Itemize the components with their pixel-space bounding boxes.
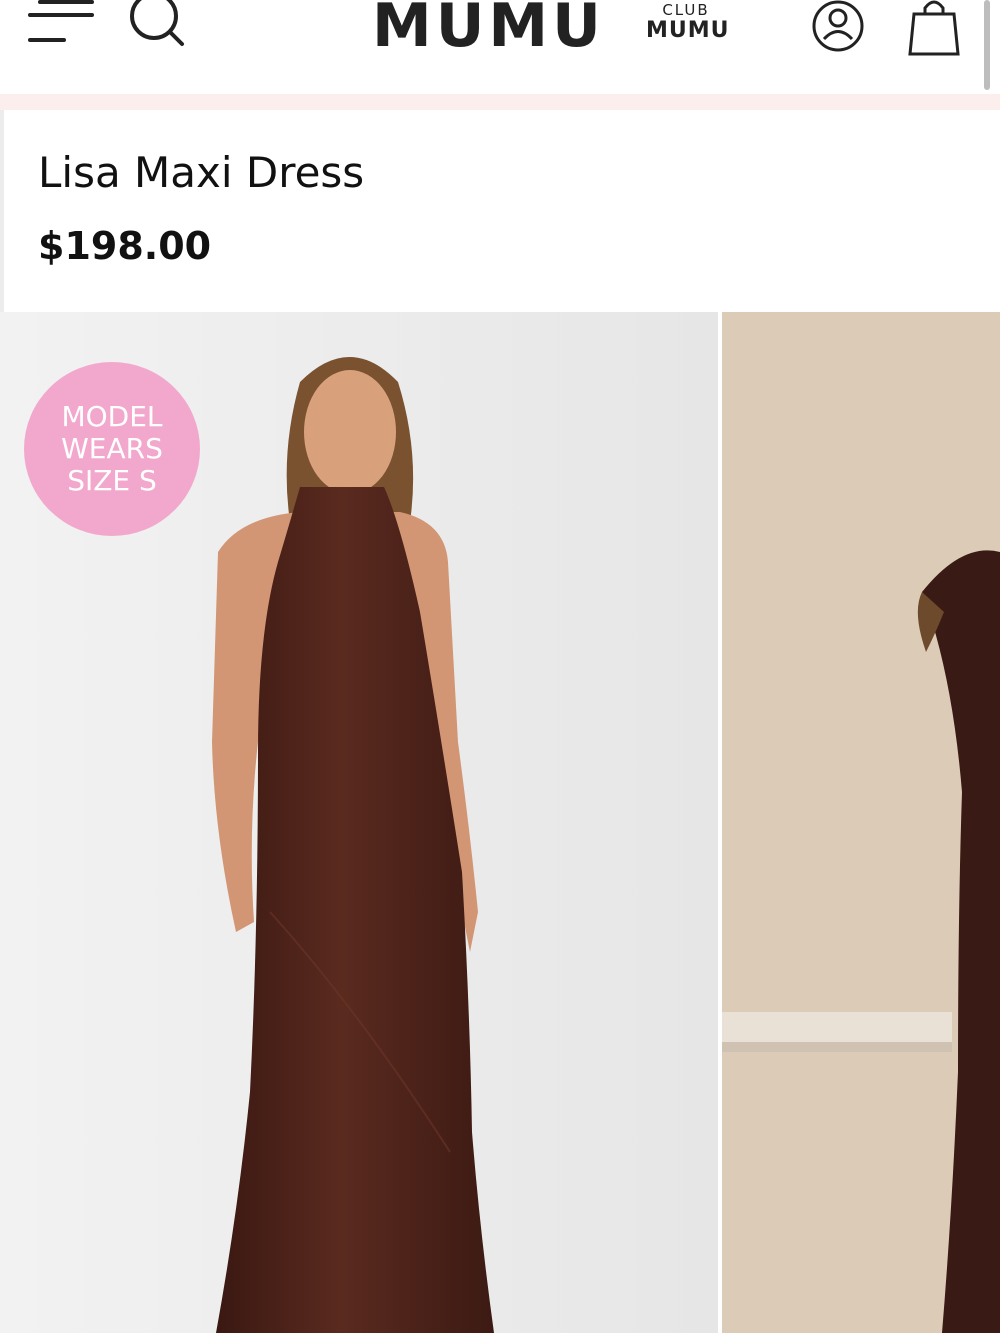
search-icon[interactable] [126, 0, 188, 48]
club-brand-label: MUMU [646, 18, 730, 43]
site-header: MUMU CLUB MUMU [0, 0, 1000, 94]
badge-line-2: WEARS [61, 432, 163, 465]
announcement-strip [0, 94, 1000, 110]
product-info [0, 110, 1000, 312]
product-image-gallery[interactable]: MODEL WEARS SIZE S [0, 312, 1000, 1333]
page-scrollbar[interactable] [984, 0, 990, 90]
badge-line-1: MODEL [61, 400, 163, 433]
product-price: $198.00 [38, 224, 212, 268]
menu-icon[interactable] [28, 0, 94, 46]
product-image-back[interactable] [722, 312, 1000, 1333]
shopping-bag-icon[interactable] [908, 0, 960, 56]
site-logo[interactable]: MUMU [372, 0, 605, 56]
club-label: CLUB [662, 1, 710, 19]
account-icon[interactable] [812, 0, 864, 52]
badge-line-3: SIZE S [67, 464, 157, 497]
model-photo-back [722, 312, 1000, 1333]
product-image-front[interactable]: MODEL WEARS SIZE S [0, 312, 718, 1333]
product-title: Lisa Maxi Dress [38, 148, 365, 197]
club-mumu-link[interactable]: CLUB MUMU [646, 1, 730, 44]
model-size-badge: MODEL WEARS SIZE S [24, 362, 200, 536]
